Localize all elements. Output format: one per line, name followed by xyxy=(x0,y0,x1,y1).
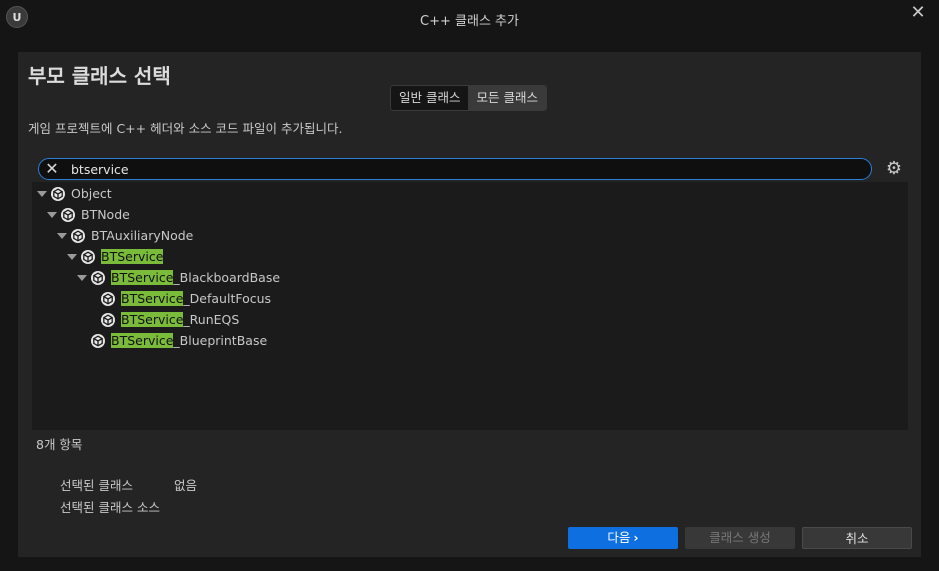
search-highlight: BTService xyxy=(111,270,174,285)
tree-item[interactable]: Object xyxy=(36,183,112,204)
class-icon xyxy=(60,207,76,223)
tree-item-label: BTService_BlueprintBase xyxy=(111,333,267,348)
cancel-button[interactable]: 취소 xyxy=(802,527,912,549)
tree-item[interactable]: BTService_RunEQS xyxy=(86,309,239,330)
tree-item-label: BTAuxiliaryNode xyxy=(91,228,193,243)
next-button[interactable]: 다음 › xyxy=(568,527,678,549)
title-bar: U C++ 클래스 추가 ✕ xyxy=(0,0,939,36)
tree-item-label: Object xyxy=(71,186,112,201)
next-button-label: 다음 xyxy=(607,530,631,545)
selected-class-label: 선택된 클래스 xyxy=(60,478,133,493)
description-text: 게임 프로젝트에 C++ 헤더와 소스 코드 파일이 추가됩니다. xyxy=(28,121,343,136)
label-suffix: BTAuxiliaryNode xyxy=(91,228,194,243)
gear-icon[interactable]: ⚙ xyxy=(884,159,904,179)
tree-item[interactable]: BTService_DefaultFocus xyxy=(86,288,271,309)
expand-arrow-icon[interactable] xyxy=(76,272,88,284)
class-icon xyxy=(70,228,86,244)
expand-arrow-icon[interactable] xyxy=(56,230,68,242)
item-count: 8개 항목 xyxy=(36,437,83,452)
tab-all-classes[interactable]: 모든 클래스 xyxy=(468,86,546,110)
label-suffix: _DefaultFocus xyxy=(183,291,272,306)
parent-class-panel: 부모 클래스 선택 일반 클래스 모든 클래스 게임 프로젝트에 C++ 헤더와… xyxy=(18,52,921,557)
chevron-right-icon: › xyxy=(633,530,639,545)
selected-class-value: 없음 xyxy=(174,478,198,493)
class-icon xyxy=(90,270,106,286)
tree-item[interactable]: BTService xyxy=(66,246,164,267)
search-highlight: BTService xyxy=(111,333,174,348)
class-icon xyxy=(80,249,96,265)
expand-arrow-icon[interactable] xyxy=(46,209,58,221)
label-suffix: _BlueprintBase xyxy=(173,333,268,348)
tree-item-label: BTService_BlackboardBase xyxy=(111,270,280,285)
tree-item[interactable]: BTNode xyxy=(46,204,130,225)
tree-item[interactable]: BTService_BlueprintBase xyxy=(76,330,267,351)
class-icon xyxy=(100,312,116,328)
label-suffix: _RunEQS xyxy=(183,312,240,327)
window-title: C++ 클래스 추가 xyxy=(420,14,519,29)
tree-item-label: BTService xyxy=(101,249,164,264)
page-title: 부모 클래스 선택 xyxy=(28,64,171,88)
class-filter-tabs: 일반 클래스 모든 클래스 xyxy=(390,85,547,111)
expand-arrow-icon[interactable] xyxy=(36,188,48,200)
search-highlight: BTService xyxy=(101,249,164,264)
tree-item-label: BTNode xyxy=(81,207,130,222)
tab-common-classes[interactable]: 일반 클래스 xyxy=(391,86,468,110)
close-icon[interactable]: ✕ xyxy=(909,4,927,22)
class-icon xyxy=(100,291,116,307)
close-icon[interactable]: ✕ xyxy=(43,160,61,178)
tree-item[interactable]: BTAuxiliaryNode xyxy=(56,225,193,246)
search-highlight: BTService xyxy=(121,312,184,327)
search-box: ✕ xyxy=(38,158,872,180)
search-input[interactable] xyxy=(71,160,851,178)
expand-arrow-icon[interactable] xyxy=(66,251,78,263)
label-suffix: BTNode xyxy=(81,207,130,222)
label-suffix: _BlackboardBase xyxy=(173,270,281,285)
tree-item-label: BTService_RunEQS xyxy=(121,312,239,327)
create-class-button[interactable]: 클래스 생성 xyxy=(685,527,795,549)
label-suffix: Object xyxy=(71,186,112,201)
selected-class-source-label: 선택된 클래스 소스 xyxy=(60,500,160,515)
search-highlight: BTService xyxy=(121,291,184,306)
class-tree: Object BTNode BTAuxiliaryNode BTService BTSe… xyxy=(32,182,908,430)
class-icon xyxy=(90,333,106,349)
tree-item-label: BTService_DefaultFocus xyxy=(121,291,271,306)
class-icon xyxy=(50,186,66,202)
tree-item[interactable]: BTService_BlackboardBase xyxy=(76,267,280,288)
